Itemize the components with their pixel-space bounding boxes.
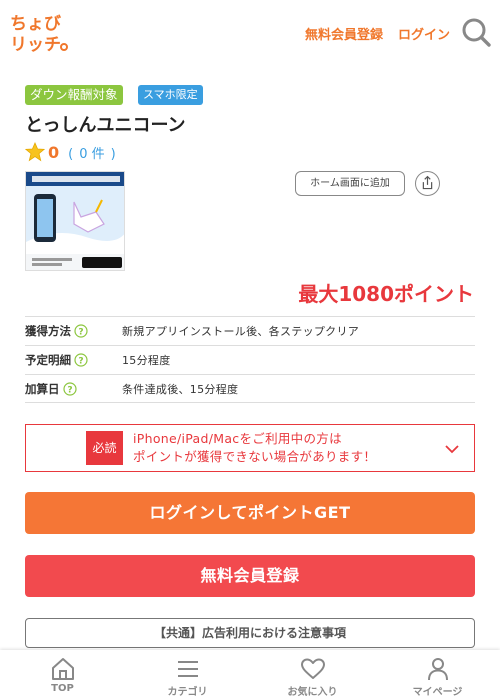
paren-close: ) (110, 146, 116, 162)
download-reward-badge: ダウン報酬対象 (25, 85, 123, 105)
header: ちょび リッチ 無料会員登録 ログイン (0, 0, 500, 64)
user-icon (427, 658, 448, 681)
free-register-button[interactable]: 無料会員登録 (25, 555, 475, 597)
notice-line-1: iPhone/iPad/Macをご利用中の方は (133, 431, 342, 446)
max-points: 最大1080ポイント (298, 282, 474, 306)
ios-notice-accordion[interactable]: 必読 iPhone/iPad/Macをご利用中の方は ポイントが獲得できない場合… (25, 424, 475, 472)
info-value: 15分程度 (122, 354, 171, 367)
nav-label: カテゴリ (167, 687, 208, 698)
notice-line-2: ポイントが獲得できない場合があります！ (133, 449, 377, 464)
menu-icon (177, 661, 198, 677)
info-value: 条件達成後、15分程度 (122, 382, 239, 396)
bottom-nav: TOP カテゴリ お気に入り マイページ (0, 650, 500, 700)
login-get-points-button[interactable]: ログインしてポイントGET (25, 492, 475, 534)
nav-label: マイページ (412, 687, 463, 698)
nav-item-mypage[interactable]: マイページ (375, 650, 500, 700)
svg-text:ちょび: ちょび (10, 14, 61, 34)
must-read-tag: 必読 (86, 431, 123, 465)
paren-open: ( (68, 146, 74, 162)
info-label: 加算日 ? (25, 381, 122, 397)
nav-item-top[interactable]: TOP (0, 650, 125, 700)
chobirich-logo[interactable]: ちょび リッチ (8, 10, 70, 54)
help-icon[interactable]: ? (74, 353, 88, 367)
app-title: とっしんユニコーン (25, 115, 186, 136)
info-table: 獲得方法 ? 新規アプリインストール後、各ステップクリア 予定明細 ? 15分程… (25, 316, 475, 403)
search-icon[interactable] (460, 16, 492, 48)
info-row: 加算日 ? 条件達成後、15分程度 (25, 374, 475, 403)
ad-usage-caution-button[interactable]: 【共通】広告利用における注意事項 (25, 618, 475, 648)
nav-label: TOP (51, 683, 74, 694)
star-icon (25, 142, 45, 162)
app-thumbnail (25, 171, 125, 271)
nav-item-category[interactable]: カテゴリ (125, 650, 250, 700)
svg-text:?: ? (67, 385, 72, 395)
info-label: 獲得方法 ? (25, 323, 122, 339)
review-count[interactable]: (0 件) (65, 143, 119, 162)
info-label: 予定明細 ? (25, 352, 122, 368)
info-label-text: 予定明細 (25, 353, 71, 367)
add-to-home-button[interactable]: ホーム画面に追加 (295, 171, 405, 196)
svg-text:リッチ: リッチ (10, 35, 61, 54)
review-count-value: 0 件 (79, 146, 105, 162)
info-label-text: 獲得方法 (25, 324, 71, 338)
info-label-text: 加算日 (25, 381, 60, 396)
header-register-link[interactable]: 無料会員登録 (305, 24, 383, 43)
info-row: 予定明細 ? 15分程度 (25, 345, 475, 374)
help-icon[interactable]: ? (62, 381, 77, 396)
header-login-link[interactable]: ログイン (398, 24, 450, 43)
app-thumbnail-image (26, 172, 124, 270)
help-icon[interactable]: ? (74, 324, 88, 338)
info-row: 獲得方法 ? 新規アプリインストール後、各ステップクリア (25, 316, 475, 345)
svg-text:?: ? (78, 328, 83, 338)
home-icon (51, 658, 74, 680)
heart-icon (300, 658, 325, 679)
info-value: 新規アプリインストール後、各ステップクリア (122, 325, 360, 338)
chevron-down-icon[interactable] (444, 441, 460, 457)
nav-item-favorites[interactable]: お気に入り (250, 650, 375, 700)
rating: 0 (0 件) (25, 141, 119, 163)
nav-label: お気に入り (287, 687, 338, 698)
notice-text: iPhone/iPad/Macをご利用中の方は ポイントが獲得できない場合があり… (133, 430, 376, 466)
svg-text:?: ? (78, 357, 83, 367)
rating-value: 0 (48, 142, 60, 162)
share-icon[interactable] (415, 171, 440, 196)
smartphone-only-badge: スマホ限定 (138, 85, 203, 105)
